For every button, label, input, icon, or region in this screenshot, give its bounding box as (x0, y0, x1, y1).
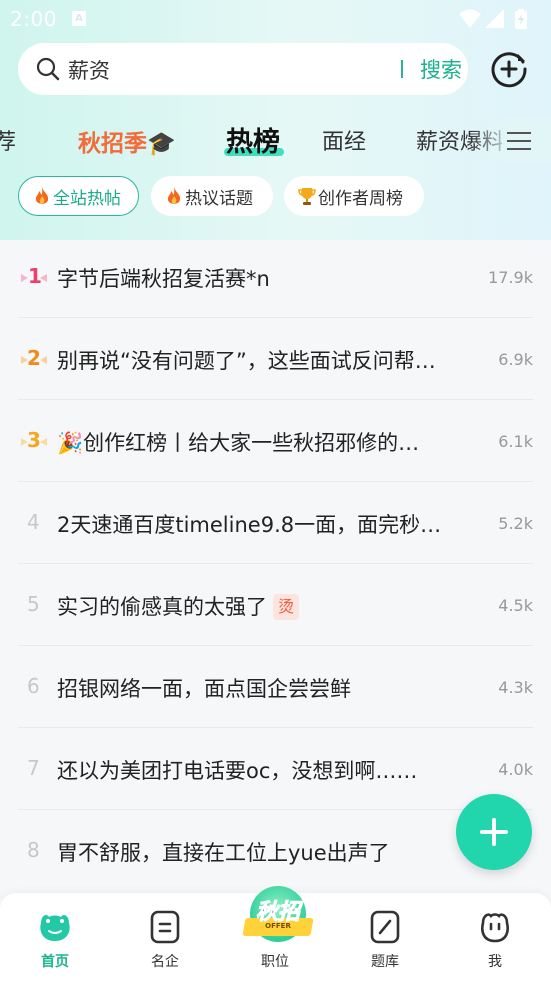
search-button[interactable]: 搜索 (420, 54, 462, 84)
nav-companies[interactable]: 名企 (110, 893, 220, 981)
notification-icon: A (72, 11, 86, 26)
list-item[interactable]: 3 🎉创作红榜丨给大家一些秋招邪修的… 6.1k (0, 400, 551, 482)
rank-number: 5 (27, 592, 40, 616)
tab-interview-exp[interactable]: 面经 (322, 124, 366, 156)
chip-label: 创作者周榜 (318, 188, 403, 209)
post-title: 2天速通百度timeline9.8一面，面完秒… (57, 513, 442, 537)
nav-label: 我 (488, 954, 502, 970)
chip-creator-weekly[interactable]: 创作者周榜 (284, 176, 424, 216)
heat-count: 6.1k (498, 432, 533, 451)
post-title: 别再说“没有问题了”，这些面试反问帮… (57, 349, 436, 373)
status-icons (459, 9, 539, 29)
rank-number: 6 (27, 674, 40, 698)
rank-number: 3 (27, 428, 41, 452)
list-item[interactable]: 7 还以为美团打电话要oc，没想到啊…… 4.0k (0, 728, 551, 810)
post-title: 还以为美团打电话要oc，没想到啊…… (57, 759, 418, 783)
heat-count: 4.5k (498, 596, 533, 615)
search-input[interactable]: 薪资 (68, 55, 110, 85)
nav-label: 职位 (261, 954, 289, 970)
fire-icon (35, 187, 49, 204)
nav-label: 题库 (371, 954, 399, 970)
promo-sub: OFFER (265, 922, 291, 930)
list-item[interactable]: 6 招银网络一面，面点国企尝尝鲜 4.3k (0, 646, 551, 728)
rank-number: 2 (27, 346, 41, 370)
heat-count: 4.3k (498, 678, 533, 697)
chip-label: 热议话题 (185, 188, 253, 209)
heat-count: 6.9k (498, 350, 533, 369)
post-title: 实习的偷感真的太强了 (57, 595, 267, 619)
question-bank-icon (370, 910, 400, 944)
create-post-icon[interactable] (490, 50, 528, 88)
search-icon (36, 57, 60, 81)
status-time: 2:00 (10, 7, 57, 31)
company-icon (150, 910, 180, 944)
tab-hot-list[interactable]: 热榜 (226, 120, 280, 159)
chip-label: 全站热帖 (53, 188, 121, 209)
search-bar[interactable]: 薪资 搜索 (18, 43, 468, 95)
nav-label: 首页 (41, 954, 69, 970)
battery-icon (515, 9, 527, 29)
rank-number: 8 (27, 838, 40, 862)
list-item[interactable]: 1 字节后端秋招复活赛*n 17.9k (0, 236, 551, 318)
wifi-icon (459, 9, 481, 28)
post-title: 字节后端秋招复活赛*n (57, 267, 270, 291)
post-title-wrap: 实习的偷感真的太强了烫 (57, 591, 482, 621)
category-tabs: 荐 秋招季🎓 热榜 面经 薪资爆料 (0, 118, 551, 162)
heat-count: 17.9k (488, 268, 533, 287)
home-frog-icon (40, 915, 70, 941)
nav-me[interactable]: 我 (440, 893, 550, 981)
list-item[interactable]: 2 别再说“没有问题了”，这些面试反问帮… 6.9k (0, 318, 551, 400)
list-item[interactable]: 4 2天速通百度timeline9.8一面，面完秒… 5.2k (0, 482, 551, 564)
nav-home[interactable]: 首页 (0, 893, 110, 981)
signal-icon (485, 9, 504, 28)
plus-icon-vertical (492, 818, 496, 846)
menu-icon[interactable] (507, 131, 531, 151)
search-divider (401, 60, 403, 78)
status-bar: 2:00 A (0, 0, 551, 38)
heat-count: 4.0k (498, 760, 533, 779)
heat-count: 5.2k (498, 514, 533, 533)
nav-question-bank[interactable]: 题库 (330, 893, 440, 981)
tab-autumn-recruit[interactable]: 秋招季🎓 (78, 124, 176, 158)
hot-badge: 烫 (273, 594, 299, 620)
post-title: 🎉创作红榜丨给大家一些秋招邪修的… (57, 431, 420, 455)
tab-recommend[interactable]: 荐 (0, 124, 16, 156)
profile-face-icon (481, 913, 509, 943)
rank-number: 4 (27, 510, 40, 534)
nav-label: 名企 (151, 954, 179, 970)
trophy-icon (298, 188, 316, 205)
rank-number: 7 (27, 756, 40, 780)
autumn-recruit-promo[interactable]: 秋招 OFFER (242, 886, 314, 946)
chip-hot-topics[interactable]: 热议话题 (151, 176, 273, 216)
list-item[interactable]: 5 实习的偷感真的太强了烫 4.5k (0, 564, 551, 646)
rank-number: 1 (28, 264, 42, 288)
post-title: 胃不舒服，直接在工位上yue出声了 (57, 841, 390, 865)
post-title: 招银网络一面，面点国企尝尝鲜 (57, 677, 351, 701)
chip-site-hot-posts[interactable]: 全站热帖 (18, 176, 139, 216)
create-post-fab[interactable] (456, 794, 532, 870)
fire-icon (167, 187, 181, 204)
